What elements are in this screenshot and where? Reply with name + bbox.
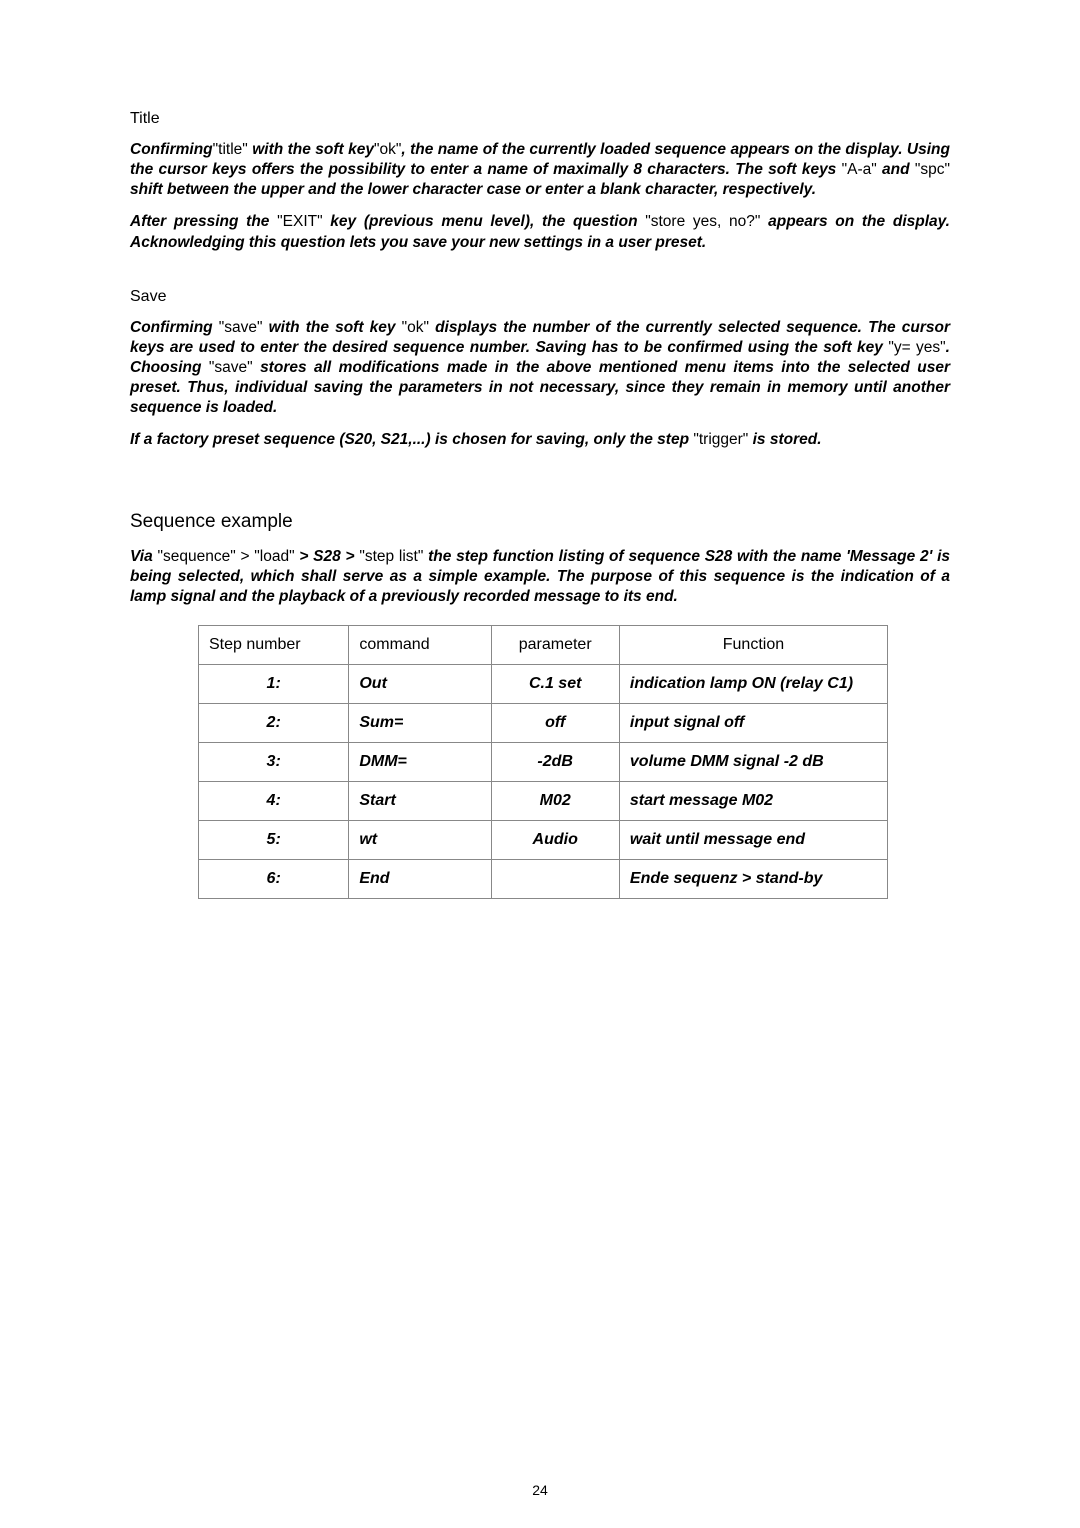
sequence-paragraph: Via "sequence" > "load" > S28 > "step li… (130, 547, 950, 607)
table-row: 3: DMM= -2dB volume DMM signal -2 dB (199, 742, 888, 781)
section-sequence-example: Sequence example Via "sequence" > "load"… (130, 511, 950, 899)
section-save: Save Confirming "save" with the soft key… (130, 288, 950, 451)
col-function: Function (619, 625, 887, 664)
table-row: 4: Start M02 start message M02 (199, 781, 888, 820)
col-step-number: Step number (199, 625, 349, 664)
col-command: command (349, 625, 491, 664)
title-paragraph-1: Confirming"title" with the soft key"ok",… (130, 140, 950, 200)
heading-title: Title (130, 110, 950, 128)
save-paragraph-1: Confirming "save" with the soft key "ok"… (130, 318, 950, 419)
table-row: 5: wt Audio wait until message end (199, 820, 888, 859)
table-row: 1: Out C.1 set indication lamp ON (relay… (199, 664, 888, 703)
heading-sequence-example: Sequence example (130, 511, 950, 533)
section-title: Title Confirming"title" with the soft ke… (130, 110, 950, 253)
table-row: 2: Sum= off input signal off (199, 703, 888, 742)
table-row: 6: End Ende sequenz > stand-by (199, 859, 888, 898)
col-parameter: parameter (491, 625, 619, 664)
document-page: Title Confirming"title" with the soft ke… (0, 0, 1080, 1528)
page-number: 24 (0, 1482, 1080, 1498)
title-paragraph-2: After pressing the "EXIT" key (previous … (130, 212, 950, 252)
step-table: Step number command parameter Function 1… (198, 625, 888, 899)
heading-save: Save (130, 288, 950, 306)
table-header-row: Step number command parameter Function (199, 625, 888, 664)
save-paragraph-2: If a factory preset sequence (S20, S21,.… (130, 430, 950, 450)
